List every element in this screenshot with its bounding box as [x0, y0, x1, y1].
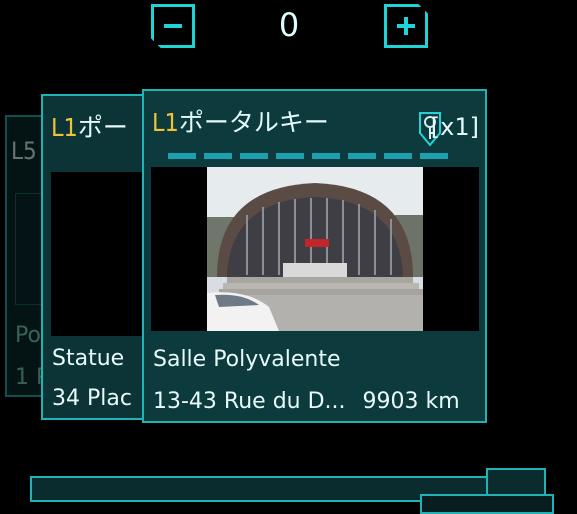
- resonator-bar: [348, 153, 376, 159]
- card-level: L5: [11, 137, 37, 165]
- card-level: L1: [51, 113, 78, 142]
- card-title-row: L1ポー: [51, 108, 128, 144]
- portal-image-frame: [151, 167, 479, 331]
- resonator-bar: [204, 153, 232, 159]
- portal-name: Salle Polyvalente: [153, 347, 341, 372]
- portal-key-card[interactable]: L1ポータルキー [x1] Salle Polyvalente 13-43 Ru…: [142, 89, 487, 423]
- plus-icon: [397, 17, 415, 35]
- bottom-tab[interactable]: [486, 468, 546, 496]
- card-title: ポータルキー: [178, 108, 329, 137]
- portal-photo: [207, 167, 423, 331]
- resonator-bar: [384, 153, 412, 159]
- portal-distance: 9903 km: [362, 389, 460, 414]
- resonator-bar: [276, 153, 304, 159]
- resonator-bar: [168, 153, 196, 159]
- increase-button[interactable]: [384, 4, 428, 48]
- quantity-counter: 0: [278, 6, 300, 44]
- card-title: ポー: [77, 113, 128, 142]
- portal-address: 13-43 Rue du D...: [153, 389, 346, 414]
- resonator-bar: [240, 153, 268, 159]
- minus-icon: [164, 24, 182, 28]
- decrease-button[interactable]: [151, 4, 195, 48]
- resonator-bar: [420, 153, 448, 159]
- portal-address-row: 13-43 Rue du D... 9903 km: [153, 389, 460, 414]
- key-quantity: [x1]: [430, 113, 479, 141]
- resonator-bars: [168, 153, 448, 159]
- portal-address: 34 Plac: [52, 386, 132, 411]
- resonator-bar: [312, 153, 340, 159]
- bottom-button[interactable]: [420, 494, 554, 514]
- portal-name: Statue: [52, 346, 125, 371]
- card-level: L1: [152, 108, 179, 137]
- card-title-row: L1ポータルキー: [152, 103, 329, 139]
